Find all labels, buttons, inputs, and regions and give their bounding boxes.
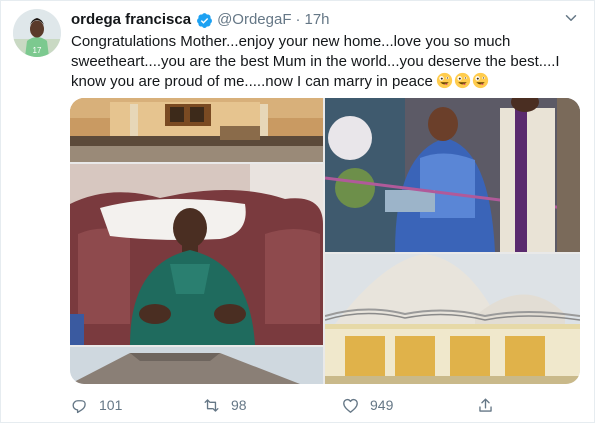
photo-house-exterior[interactable]	[70, 98, 323, 162]
avatar[interactable]: 17	[13, 9, 61, 57]
tweet-text: Congratulations Mother...enjoy your new …	[71, 32, 581, 92]
zany-face-emoji-icon	[436, 72, 453, 89]
display-name[interactable]: ordega francisca	[71, 11, 191, 29]
reply-button[interactable]: 101	[70, 394, 122, 416]
action-bar: 101 98 949	[70, 394, 510, 416]
celebration-image	[325, 98, 580, 252]
photo-roof[interactable]	[70, 347, 323, 384]
separator-dot: ·	[295, 11, 301, 28]
tents-fence-image	[325, 254, 580, 384]
chevron-down-icon[interactable]	[562, 9, 580, 27]
like-count: 949	[370, 397, 394, 413]
house-exterior-image	[70, 98, 323, 162]
svg-text:17: 17	[33, 46, 42, 55]
like-button[interactable]: 949	[341, 394, 393, 416]
share-button[interactable]	[476, 394, 505, 416]
retweet-count: 98	[231, 397, 247, 413]
photo-celebration[interactable]	[325, 98, 580, 252]
tweet-header: ordega francisca @OrdegaF · 17h	[71, 11, 330, 29]
photo-tents-fence[interactable]	[325, 254, 580, 384]
emoji-group	[436, 72, 489, 89]
heart-icon	[343, 398, 358, 413]
photo-father-seated[interactable]	[70, 164, 323, 345]
verified-badge-icon	[197, 12, 212, 28]
retweet-button[interactable]: 98	[202, 394, 247, 416]
roof-image	[70, 347, 323, 384]
retweet-icon	[204, 398, 219, 412]
media-collage[interactable]	[70, 98, 580, 384]
avatar-photo: 17	[13, 9, 61, 57]
zany-face-emoji-icon	[472, 72, 489, 89]
handle[interactable]: @OrdegaF	[217, 11, 291, 29]
share-icon	[479, 397, 492, 412]
tweet-card[interactable]: 17 ordega francisca @OrdegaF · 17h Congr…	[0, 0, 595, 423]
reply-icon	[72, 399, 86, 413]
father-seated-image	[70, 164, 323, 345]
reply-count: 101	[99, 397, 123, 413]
timestamp[interactable]: 17h	[304, 11, 329, 29]
zany-face-emoji-icon	[454, 72, 471, 89]
